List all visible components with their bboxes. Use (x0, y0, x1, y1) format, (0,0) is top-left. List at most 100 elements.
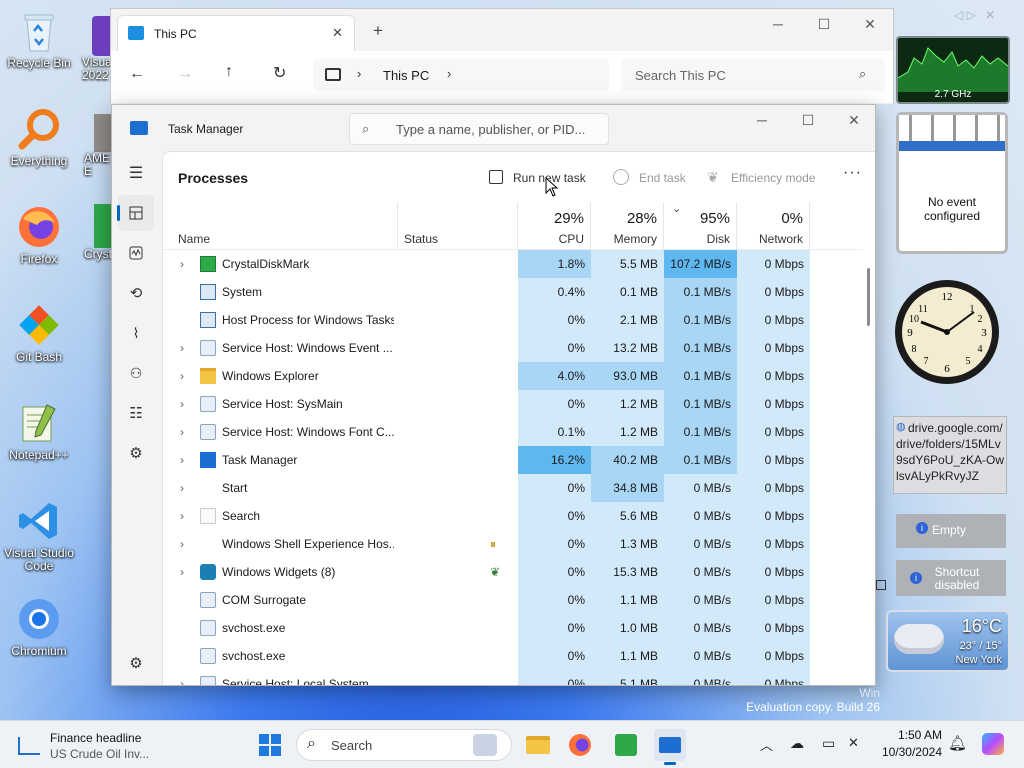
hamburger-menu-icon[interactable]: ☰ (118, 155, 154, 191)
taskbar-task-manager[interactable] (654, 729, 686, 765)
up-icon[interactable]: ↑ (225, 63, 233, 81)
desktop-icon-vscode[interactable]: Visual Studio Code (1, 498, 77, 573)
previous-icon[interactable]: ◁ ▷ (954, 8, 976, 22)
news-widget[interactable]: Finance headline US Crude Oil Inv... (12, 725, 192, 765)
empty-slot-gadget[interactable]: i Empty (896, 514, 1006, 548)
link-text[interactable]: drive.google.com/drive/folders/15MLv9sdY… (896, 420, 1006, 484)
column-header-memory[interactable]: 28% Memory (591, 202, 664, 250)
run-new-task-button[interactable]: Run new task (479, 162, 595, 194)
table-row[interactable]: COM Surrogate 0% 1.1 MB 0 MB/s 0 Mbps (163, 586, 863, 614)
maximize-button[interactable]: ☐ (785, 105, 831, 135)
process-icon (200, 564, 216, 580)
expand-chevron-icon[interactable]: › (180, 558, 184, 586)
table-row[interactable]: › Windows Explorer 4.0% 93.0 MB 0.1 MB/s 0 Mb… (163, 362, 863, 390)
expand-chevron-icon[interactable]: › (180, 670, 184, 685)
table-row[interactable]: › CrystalDiskMark 1.8% 5.5 MB 107.2 MB/s 0 Mb… (163, 250, 863, 278)
clock[interactable]: 1:50 AM 10/30/2024 (872, 728, 942, 759)
table-row[interactable]: › Windows Shell Experience Hos... ⏸ 0% 1.3 M… (163, 530, 863, 558)
back-icon[interactable]: ← (129, 65, 145, 83)
efficiency-mode-button[interactable]: ❦ Efficiency mode (701, 162, 827, 194)
expand-chevron-icon[interactable]: › (180, 418, 184, 446)
desktop-icon-firefox[interactable]: Firefox (1, 204, 77, 266)
scrollbar[interactable] (867, 268, 870, 326)
new-tab-icon[interactable]: + (373, 21, 383, 41)
table-row[interactable]: › Search 0% 5.6 MB 0 MB/s 0 Mbps (163, 502, 863, 530)
explorer-search[interactable]: Search This PC ⌕ (621, 59, 885, 91)
close-button[interactable]: ✕ (847, 9, 893, 39)
expand-chevron-icon[interactable]: › (180, 474, 184, 502)
address-segment[interactable]: This PC (383, 68, 429, 83)
expand-chevron-icon[interactable]: › (180, 362, 184, 390)
weather-gadget[interactable]: 16°C 23° / 15° New York (886, 610, 1010, 672)
end-task-button[interactable]: End task (605, 162, 695, 194)
column-header-network[interactable]: 0% Network (737, 202, 810, 250)
forward-icon[interactable]: → (177, 65, 193, 83)
nav-users-icon[interactable]: ⚇ (118, 355, 154, 391)
column-header-disk[interactable]: ⌄ 95% Disk (664, 202, 737, 250)
chevron-up-icon[interactable]: ︿ (760, 735, 773, 754)
copilot-icon[interactable] (982, 733, 1004, 755)
table-row[interactable]: › Windows Widgets (8) ❦ 0% 15.3 MB 0 MB/s 0 Mb… (163, 558, 863, 586)
clock-gadget[interactable]: 12 3 6 9 1 2 11 10 4 5 7 8 (892, 270, 1002, 394)
table-row[interactable]: › Service Host: Windows Event ... 0% 13.2 M… (163, 334, 863, 362)
desktop-icon-crystaldisk[interactable]: Cryst (80, 204, 114, 261)
expand-chevron-icon[interactable]: › (180, 250, 184, 278)
address-bar[interactable]: › This PC › (313, 59, 609, 91)
table-row[interactable]: › Task Manager 16.2% 40.2 MB 0.1 MB/s 0 Mbps (163, 446, 863, 474)
expand-chevron-icon[interactable]: › (180, 446, 184, 474)
calendar-gadget[interactable]: No event configured (896, 112, 1008, 254)
process-name: Start (222, 481, 248, 495)
minimize-button[interactable]: ─ (739, 105, 785, 135)
table-row[interactable]: › Start 0% 34.8 MB 0 MB/s 0 Mbps (163, 474, 863, 502)
expand-chevron-icon[interactable]: › (180, 390, 184, 418)
nav-performance-icon[interactable] (118, 235, 154, 271)
desktop-icon-git-bash[interactable]: Git Bash (1, 302, 77, 364)
shortcut-slot-gadget[interactable]: i Shortcut disabled (896, 560, 1006, 596)
desktop-icon-chromium[interactable]: Chromium (1, 596, 77, 658)
close-gadget-icon[interactable]: ✕ (985, 8, 995, 22)
desktop-icon-everything[interactable]: Everything (1, 106, 77, 168)
desktop-icon-notepad-plus-plus[interactable]: Notepad++ (1, 400, 77, 462)
settings-gear-icon[interactable]: ⚙ (118, 645, 154, 681)
taskbar-file-explorer[interactable] (522, 729, 554, 761)
desktop-icon-recycle-bin[interactable]: Recycle Bin (1, 8, 77, 70)
minimize-button[interactable]: ─ (755, 9, 801, 39)
process-cpu-value: 0% (518, 642, 591, 670)
expand-chevron-icon[interactable]: › (180, 334, 184, 362)
nav-services-icon[interactable]: ⚙ (118, 435, 154, 471)
table-row[interactable]: svchost.exe 0% 1.0 MB 0 MB/s 0 Mbps (163, 614, 863, 642)
more-options-icon[interactable]: ··· (843, 164, 862, 182)
refresh-icon[interactable]: ↻ (273, 63, 286, 83)
table-row[interactable]: Host Process for Windows Tasks 0% 2.1 MB 0.… (163, 306, 863, 334)
nav-app-history-icon[interactable]: ⟲ (118, 275, 154, 311)
column-header-status[interactable]: Status (398, 202, 518, 250)
nav-details-icon[interactable]: ☷ (118, 395, 154, 431)
cpu-meter-gadget[interactable]: 2.7 GHz (896, 36, 1010, 104)
table-row[interactable]: › Service Host: Local System 0% 5.1 MB 0 MB/… (163, 670, 863, 685)
expand-chevron-icon[interactable]: › (180, 502, 184, 530)
taskbar-search[interactable]: ⌕ Search (296, 729, 512, 761)
desktop-icon-ame[interactable]: AME E (80, 114, 114, 178)
column-header-name[interactable]: Name (163, 202, 398, 250)
close-button[interactable]: ✕ (831, 105, 875, 135)
table-row[interactable]: svchost.exe 0% 1.1 MB 0 MB/s 0 Mbps (163, 642, 863, 670)
maximize-button[interactable]: ☐ (801, 9, 847, 39)
table-row[interactable]: › Service Host: SysMain 0% 1.2 MB 0.1 MB/s 0 … (163, 390, 863, 418)
explorer-tab[interactable]: This PC ✕ (117, 15, 355, 51)
taskbar-firefox[interactable] (564, 729, 596, 761)
table-row[interactable]: System 0.4% 0.1 MB 0.1 MB/s 0 Mbps (163, 278, 863, 306)
notification-bell-icon[interactable]: 🔔︎ (948, 734, 967, 752)
link-gadget[interactable]: ◍ drive.google.com/drive/folders/15MLv9s… (893, 416, 1007, 494)
nav-startup-apps-icon[interactable]: ⌇ (118, 315, 154, 351)
process-search-box[interactable]: ⌕ Type a name, publisher, or PID... (349, 113, 609, 145)
nav-processes-icon[interactable] (117, 195, 154, 231)
column-header-cpu[interactable]: 29% CPU (518, 202, 591, 250)
taskbar-app[interactable] (610, 729, 642, 761)
network-icon[interactable]: ☁ (790, 735, 804, 752)
close-tab-icon[interactable]: ✕ (332, 25, 343, 41)
table-row[interactable]: › Service Host: Windows Font C... 0.1% 1.2 … (163, 418, 863, 446)
start-button[interactable] (254, 729, 286, 761)
expand-chevron-icon[interactable]: › (180, 530, 184, 558)
volume-icon[interactable]: ✕ (848, 735, 859, 751)
display-icon[interactable]: ▭ (822, 735, 835, 752)
